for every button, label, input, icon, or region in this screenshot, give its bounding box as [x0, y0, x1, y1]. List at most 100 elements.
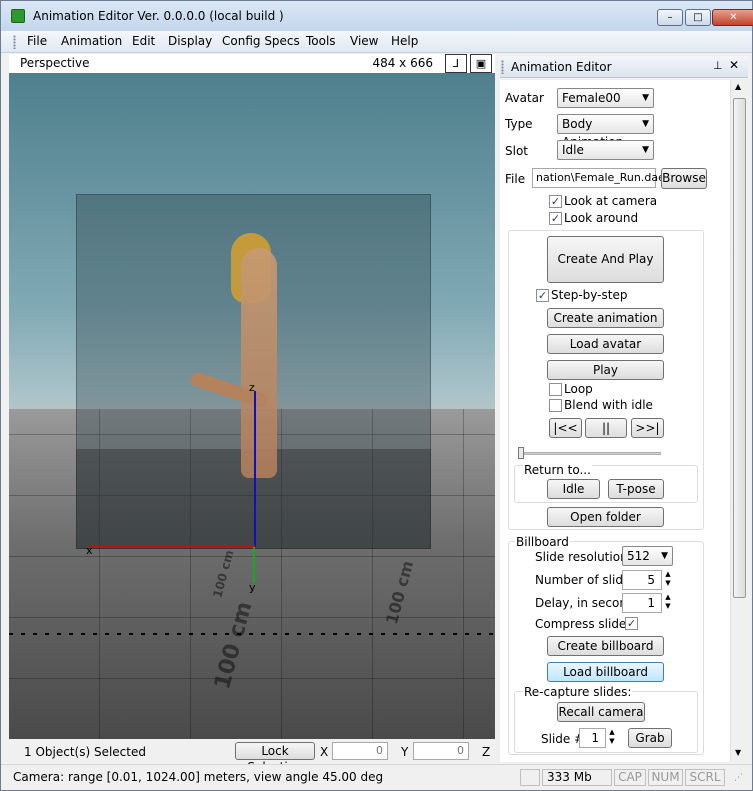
menu-grip-icon: [13, 35, 16, 49]
menu-file[interactable]: File: [27, 34, 47, 48]
compress-slides-checkbox[interactable]: ✓: [625, 617, 638, 630]
y-axis-label: y: [249, 581, 256, 594]
browse-button[interactable]: Browse: [661, 168, 707, 189]
menu-tools[interactable]: Tools: [306, 34, 336, 48]
caps-lock-indicator: CAP: [614, 769, 646, 786]
slide-number-input[interactable]: 1: [579, 728, 606, 748]
blend-with-idle-label: Blend with idle: [564, 398, 653, 412]
type-select[interactable]: Body Animation ▼: [557, 114, 654, 149]
step-by-step-checkbox[interactable]: ✓: [536, 289, 549, 302]
avatar-select-value: Female00: [562, 91, 621, 105]
create-animation-button[interactable]: Create animation: [547, 308, 664, 328]
chevron-down-icon: ▼: [642, 145, 649, 155]
z-coord-label: Z: [482, 745, 491, 759]
panel-title: Animation Editor: [511, 60, 612, 74]
panel-close-icon[interactable]: ✕: [729, 58, 739, 72]
delay-input[interactable]: 1: [622, 593, 662, 613]
panel-grip-icon: [501, 60, 504, 74]
viewport-mode-label: Perspective: [20, 56, 90, 70]
last-frame-button[interactable]: >>|: [631, 418, 664, 438]
menu-display[interactable]: Display: [168, 34, 212, 48]
menu-config-specs[interactable]: Config Specs: [222, 34, 300, 48]
loop-checkbox[interactable]: [549, 383, 562, 396]
panel-header: Animation Editor ⊥ ✕: [500, 56, 748, 78]
z-axis-label: z: [249, 381, 255, 394]
scroll-down-icon[interactable]: ▼: [735, 748, 741, 757]
z-axis: [254, 391, 256, 547]
idle-button[interactable]: Idle: [547, 479, 600, 499]
blend-with-idle-checkbox[interactable]: [549, 399, 562, 412]
type-label: Type: [505, 117, 533, 131]
look-around-checkbox[interactable]: ✓: [549, 212, 562, 225]
viewport-status-bar: 1 Object(s) Selected Lock Selection X 0 …: [9, 740, 495, 774]
selection-count: 1 Object(s) Selected: [24, 745, 146, 759]
viewport-size-label: 484 x 666: [372, 56, 433, 70]
grab-button[interactable]: Grab: [628, 728, 672, 748]
look-around-label: Look around: [564, 211, 639, 225]
menu-view[interactable]: View: [350, 34, 378, 48]
avatar-select[interactable]: Female00 ▼: [557, 88, 654, 108]
menu-animation[interactable]: Animation: [61, 34, 122, 48]
3d-viewport[interactable]: 100 cm 100 cm 100 cm z x y: [9, 73, 495, 739]
pause-button[interactable]: ||: [585, 418, 627, 438]
first-frame-button[interactable]: |<<: [549, 418, 582, 438]
recapture-label: Re-capture slides:: [523, 685, 633, 699]
loop-label: Loop: [564, 382, 593, 396]
panel-body: Avatar Female00 ▼ Type Body Animation ▼ …: [500, 80, 730, 762]
scroll-up-icon[interactable]: ▲: [735, 82, 741, 91]
timeline-slider-thumb[interactable]: [518, 447, 524, 459]
number-of-slides-input[interactable]: 5: [622, 570, 662, 590]
create-billboard-button[interactable]: Create billboard: [547, 636, 664, 656]
slot-select[interactable]: Idle ▼: [557, 140, 654, 160]
play-button[interactable]: Play: [547, 360, 664, 380]
chevron-down-icon: ▼: [642, 119, 649, 129]
camera-status-text: Camera: range [0.01, 1024.00] meters, vi…: [13, 770, 384, 784]
scrollbar-thumb[interactable]: [733, 98, 746, 598]
animation-editor-panel: Animation Editor ⊥ ✕ Avatar Female00 ▼ T…: [500, 54, 748, 762]
slot-select-value: Idle: [562, 143, 584, 157]
resize-grip-icon[interactable]: ⋰: [734, 773, 743, 783]
load-avatar-button[interactable]: Load avatar: [547, 334, 664, 354]
create-and-play-button[interactable]: Create And Play: [547, 236, 664, 283]
menu-help[interactable]: Help: [391, 34, 418, 48]
menu-bar: File Animation Edit Display Config Specs…: [1, 31, 752, 53]
delay-spin-icon[interactable]: ▲ ▼: [663, 593, 673, 613]
file-path-field[interactable]: nation\Female_Run.dae: [532, 168, 665, 188]
recall-camera-button[interactable]: Recall camera: [557, 702, 645, 722]
slide-number-label: Slide #: [541, 732, 585, 746]
slide-resolution-select[interactable]: 512 ▼: [622, 546, 673, 566]
x-axis-label: x: [86, 544, 93, 557]
timeline-slider-track[interactable]: [518, 452, 661, 455]
file-label: File: [505, 172, 526, 186]
menu-edit[interactable]: Edit: [132, 34, 155, 48]
x-axis: [89, 545, 255, 547]
open-folder-button[interactable]: Open folder: [547, 507, 664, 527]
title-bar[interactable]: Animation Editor Ver. 0.0.0.0 (local bui…: [1, 1, 753, 31]
y-coord-label: Y: [401, 745, 409, 759]
x-coord-label: X: [320, 745, 329, 759]
slot-label: Slot: [505, 144, 528, 158]
y-axis: [253, 547, 255, 583]
number-of-slides-spin-icon[interactable]: ▲ ▼: [663, 570, 673, 590]
minimize-button[interactable]: –: [657, 9, 683, 26]
status-bar: Camera: range [0.01, 1024.00] meters, vi…: [1, 764, 752, 790]
maximize-viewport-icon[interactable]: ▣: [470, 54, 492, 73]
chevron-down-icon: ▼: [642, 93, 649, 103]
slide-resolution-value: 512: [627, 549, 650, 563]
x-coord-field[interactable]: 0: [332, 742, 388, 760]
viewport-header: Perspective 484 x 666 ⅃ ▣: [9, 54, 495, 73]
t-pose-button[interactable]: T-pose: [608, 479, 664, 499]
panel-scrollbar[interactable]: ▲ ▼: [730, 80, 747, 762]
pin-icon[interactable]: ⊥: [713, 59, 723, 72]
load-billboard-button[interactable]: Load billboard: [547, 662, 664, 682]
lock-selection-button[interactable]: Lock Selection: [235, 742, 315, 774]
y-coord-field[interactable]: 0: [413, 742, 469, 760]
slide-number-spin-icon[interactable]: ▲ ▼: [607, 728, 617, 748]
look-at-camera-checkbox[interactable]: ✓: [549, 195, 562, 208]
status-pane-empty: [520, 769, 540, 786]
avatar-model[interactable]: [241, 248, 277, 478]
slide-resolution-label: Slide resolution: [535, 550, 628, 564]
maximize-button[interactable]: □: [685, 9, 711, 26]
axes-toggle-icon[interactable]: ⅃: [445, 54, 467, 73]
close-button[interactable]: ✕: [712, 9, 753, 26]
